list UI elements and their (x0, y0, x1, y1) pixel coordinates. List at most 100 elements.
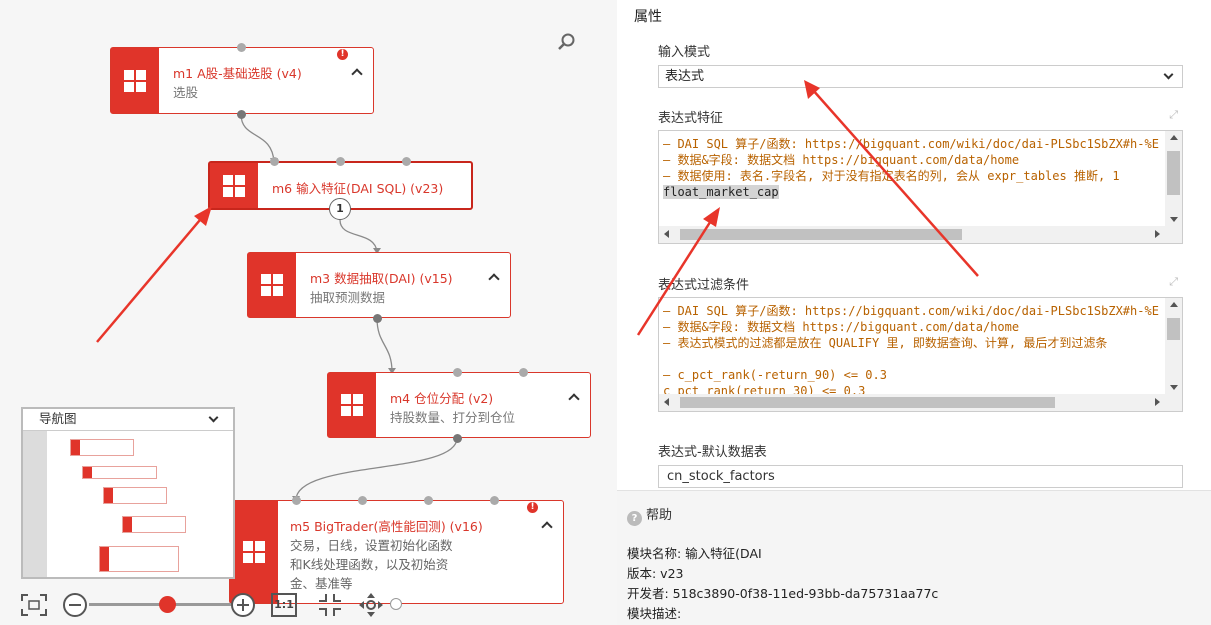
vertical-scrollbar[interactable] (1165, 131, 1182, 226)
node-m1[interactable]: m1 A股-基础选股 (v4) 选股 ! (110, 47, 374, 114)
properties-panel: 属性 输入模式 表达式 表达式特征 ⤢ — DAI SQL 算子/函数: htt… (617, 0, 1211, 490)
mini-node (70, 439, 134, 456)
mini-node (122, 516, 186, 533)
collapse-chevron-icon[interactable] (488, 273, 500, 285)
code-line: — 数据&字段: 数据文档 https://bigquant.com/data/… (663, 320, 1020, 334)
node-m3[interactable]: m3 数据抽取(DAI) (v15) 抽取预测数据 (247, 252, 511, 318)
output-port[interactable] (373, 314, 382, 323)
chevron-down-icon[interactable] (1163, 69, 1174, 80)
horizontal-scrollbar[interactable] (659, 226, 1165, 243)
code-line: — 表达式模式的过滤都是放在 QUALIFY 里, 即数据查询、计算, 最后才到… (663, 336, 1108, 350)
edge-m4-m5 (295, 437, 458, 501)
input-port[interactable] (453, 368, 462, 377)
node-subtitle-line: 和K线处理函数，以及初始资 (290, 557, 449, 572)
expand-icon[interactable]: ⤢ (1169, 275, 1178, 289)
collapse-chevron-icon[interactable] (541, 521, 553, 533)
center-icon[interactable] (318, 593, 342, 617)
help-version: 版本: v23 (627, 566, 684, 581)
node-subtitle: 选股 (173, 85, 199, 100)
fit-screen-icon[interactable] (21, 594, 47, 616)
properties-header: 属性 (634, 9, 662, 25)
toggle-handle[interactable] (390, 598, 402, 610)
code-line: — DAI SQL 算子/函数: https://bigquant.com/wi… (663, 137, 1159, 151)
help-title: 帮助 (646, 508, 673, 523)
input-mode-label: 输入模式 (658, 45, 711, 60)
input-port[interactable] (424, 496, 433, 505)
output-port[interactable] (237, 110, 246, 119)
navigator-strip (23, 431, 47, 577)
expand-icon[interactable]: ⤢ (1169, 108, 1178, 122)
node-title: m3 数据抽取(DAI) (v15) (310, 271, 453, 286)
edge-m6-m3 (339, 219, 378, 253)
code-line: — 数据使用: 表名.字段名, 对于没有指定表名的列, 会从 expr_tabl… (663, 169, 1120, 183)
help-header: ? 帮助 (627, 504, 672, 526)
input-port[interactable] (519, 368, 528, 377)
module-icon (210, 163, 258, 208)
question-icon: ? (627, 511, 642, 526)
input-mode-value: 表达式 (665, 69, 705, 84)
input-mode-select[interactable]: 表达式 (658, 65, 1183, 88)
code-line: — 数据&字段: 数据文档 https://bigquant.com/data/… (663, 153, 1020, 167)
module-icon (111, 48, 159, 113)
code-line: — c_pct_rank(-return_90) <= 0.3 (663, 368, 887, 382)
navigator-header[interactable]: 导航图 (23, 409, 233, 431)
filter-editor[interactable]: — DAI SQL 算子/函数: https://bigquant.com/wi… (658, 297, 1183, 412)
zoom-slider[interactable] (89, 596, 231, 613)
zoom-slider-handle[interactable] (159, 596, 177, 613)
node-subtitle: 持股数量、打分到仓位 (390, 410, 516, 425)
expr-features-label: 表达式特征 (658, 111, 724, 126)
horizontal-scrollbar[interactable] (659, 394, 1165, 411)
navigator-label: 导航图 (39, 411, 77, 426)
move-icon[interactable] (358, 592, 384, 618)
input-port[interactable] (237, 43, 246, 52)
input-port[interactable] (490, 496, 499, 505)
input-port[interactable] (270, 157, 279, 166)
node-m5[interactable]: m5 BigTrader(高性能回测) (v16) 交易，日线，设置初始化函数 … (229, 500, 564, 604)
module-icon (230, 501, 278, 603)
input-port[interactable] (336, 157, 345, 166)
node-title: m1 A股-基础选股 (v4) (173, 66, 302, 81)
code-line: float_market_cap (659, 184, 1182, 200)
code-line: — DAI SQL 算子/函数: https://bigquant.com/wi… (663, 304, 1159, 318)
output-port[interactable] (453, 434, 462, 443)
expr-features-editor[interactable]: — DAI SQL 算子/函数: https://bigquant.com/wi… (658, 130, 1183, 244)
collapse-chevron-icon[interactable] (351, 68, 363, 80)
zoom-out-button[interactable] (63, 593, 87, 617)
node-title: m6 输入特征(DAI SQL) (v23) (272, 181, 444, 196)
help-description: 模块描述: (627, 606, 682, 621)
filter-label: 表达式过滤条件 (658, 278, 750, 293)
help-developer: 开发者: 518c3890-0f38-11ed-93bb-da75731aa77… (627, 586, 939, 601)
module-icon (248, 253, 296, 317)
collapse-chevron-icon[interactable] (568, 393, 580, 405)
actual-size-button[interactable]: 1:1 (271, 593, 297, 617)
node-title: m5 BigTrader(高性能回测) (v16) (290, 519, 483, 534)
mini-node (103, 487, 167, 504)
node-subtitle: 抽取预测数据 (310, 290, 386, 305)
chevron-down-icon[interactable] (208, 412, 219, 423)
highlighted-text: float_market_cap (663, 185, 779, 199)
canvas-toolbar: 1:1 (18, 590, 418, 620)
node-m4[interactable]: m4 仓位分配 (v2) 持股数量、打分到仓位 (327, 372, 591, 438)
default-table-label: 表达式-默认数据表 (658, 445, 767, 460)
search-icon[interactable] (558, 33, 576, 51)
default-table-input[interactable]: cn_stock_factors (658, 465, 1183, 488)
module-icon (328, 373, 376, 437)
input-port[interactable] (358, 496, 367, 505)
output-count-badge[interactable]: 1 (329, 198, 351, 220)
input-port[interactable] (292, 496, 301, 505)
edge-m3-m4 (376, 317, 393, 373)
navigator-panel[interactable]: 导航图 (21, 407, 235, 579)
vertical-scrollbar[interactable] (1165, 298, 1182, 394)
error-icon: ! (337, 49, 348, 60)
zoom-in-button[interactable] (231, 593, 255, 617)
node-subtitle-line: 交易，日线，设置初始化函数 (290, 538, 453, 553)
input-port[interactable] (402, 157, 411, 166)
mini-node (82, 466, 157, 479)
workflow-canvas[interactable]: m1 A股-基础选股 (v4) 选股 ! m6 输入特征(DAI SQL) (v… (0, 0, 617, 625)
help-module-name: 模块名称: 输入特征(DAI (627, 546, 762, 561)
error-icon: ! (527, 502, 538, 513)
node-title: m4 仓位分配 (v2) (390, 391, 494, 406)
edge-m1-m6 (240, 113, 275, 163)
mini-node (99, 546, 179, 572)
